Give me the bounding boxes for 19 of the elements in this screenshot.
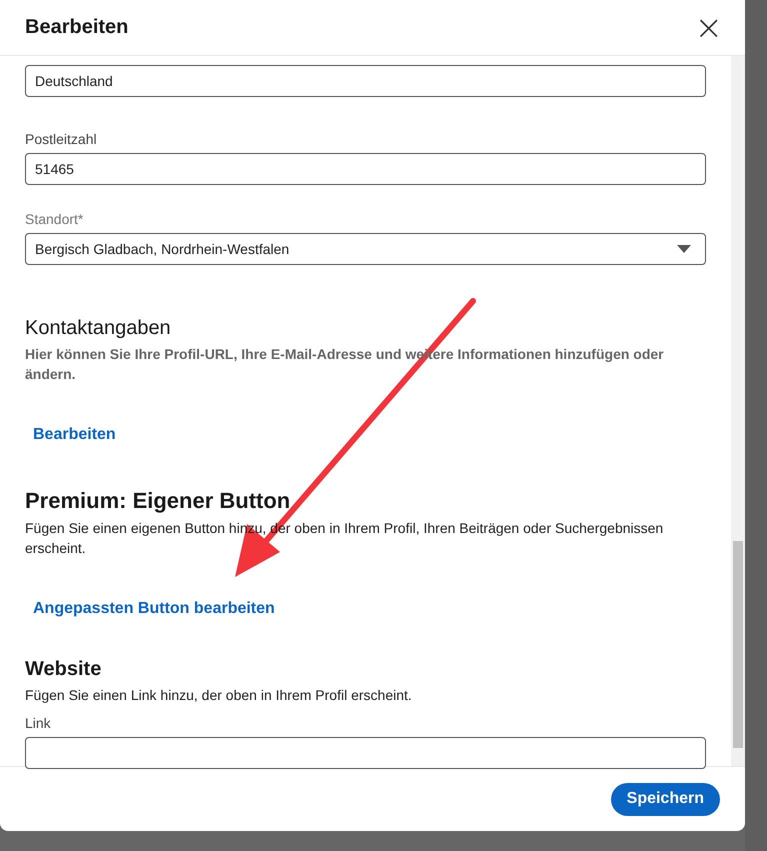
section-description: Fügen Sie einen Link hinzu, der oben in Ihrem Profil erscheint. [25, 686, 413, 705]
close-button[interactable]: × [690, 10, 727, 44]
edit-link[interactable]: Bearbeiten [33, 426, 116, 444]
edit-link[interactable]: Angepassten Button bearbeiten [33, 600, 275, 618]
scrollbar[interactable] [731, 56, 745, 766]
dropdown-value: Bergisch Gladbach, Nordrhein-Westfalen [35, 241, 290, 257]
link-input-field[interactable] [25, 737, 706, 769]
caret-icon [677, 245, 691, 253]
field-label: Link [25, 715, 51, 731]
field-label: Postleitzahl [25, 131, 97, 147]
section-title: Website [25, 658, 102, 681]
section-title: Kontaktangaben [25, 317, 171, 340]
save-button[interactable]: Speichern [610, 782, 720, 816]
input-field[interactable]: Deutschland [25, 65, 706, 97]
location-dropdown[interactable]: Bergisch Gladbach, Nordrhein-Westfalen [25, 233, 706, 265]
dialog-title: Bearbeiten [25, 16, 128, 39]
input-field[interactable]: 51465 [25, 153, 706, 185]
section-title: Premium: Eigener Button [25, 488, 290, 514]
field-label: Standort* [25, 211, 84, 227]
